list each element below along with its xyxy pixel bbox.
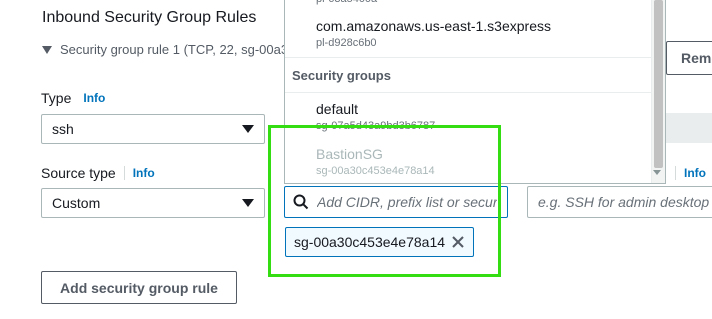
- sg-name: BastionSG: [316, 146, 383, 162]
- prefix-list-id: pl-63a5400a: [316, 0, 651, 5]
- sg-id: sg-00a30c453e4e78a14: [316, 165, 435, 177]
- dropdown-option-bastionsg: BastionSG sg-00a30c453e4e78a14: [285, 146, 651, 177]
- source-type-label: Source type: [41, 165, 116, 181]
- add-security-group-rule-button[interactable]: Add security group rule: [41, 271, 237, 304]
- prefix-list-name: com.amazonaws.us-east-1.s3express: [316, 18, 551, 34]
- section-title: Inbound Security Group Rules: [42, 9, 257, 26]
- source-type-info-link[interactable]: Info: [123, 166, 155, 180]
- search-icon: [293, 194, 309, 210]
- remove-button[interactable]: Remo: [666, 41, 712, 75]
- type-info-link[interactable]: Info: [83, 91, 105, 105]
- chevron-down-icon: [242, 125, 254, 133]
- sg-name: default: [316, 101, 359, 117]
- description-input[interactable]: [536, 193, 712, 211]
- dropdown-option[interactable]: pl-63a5400a: [285, 0, 651, 5]
- caret-down-icon: [42, 45, 52, 54]
- dropdown-option[interactable]: com.amazonaws.us-east-1.s3express pl-d92…: [285, 18, 651, 49]
- type-select-value: ssh: [52, 121, 74, 137]
- chevron-down-icon: [242, 199, 254, 207]
- rule-summary: Security group rule 1 (TCP, 22, sg-00a3: [60, 42, 289, 57]
- source-type-label-row: Source type Info: [41, 165, 155, 181]
- rule-expander[interactable]: Security group rule 1 (TCP, 22, sg-00a3: [42, 42, 288, 57]
- source-type-select[interactable]: Custom: [41, 188, 265, 218]
- description-info-link[interactable]: Info: [675, 166, 706, 180]
- type-select[interactable]: ssh: [41, 114, 265, 144]
- description-field[interactable]: [527, 186, 712, 218]
- dropdown-option-default[interactable]: default sg-07a5d43a9bd3b6787: [285, 101, 651, 132]
- token-label: sg-00a30c453e4e78a14: [294, 234, 446, 250]
- close-icon[interactable]: [451, 235, 465, 249]
- scroll-down-arrow-icon[interactable]: [653, 170, 661, 175]
- source-dropdown-list: pl-63a5400a com.amazonaws.us-east-1.s3ex…: [284, 0, 666, 184]
- group-header-security-groups: Security groups: [285, 57, 651, 93]
- selected-source-token: sg-00a30c453e4e78a14: [285, 227, 474, 257]
- scrollbar-thumb[interactable]: [654, 0, 663, 168]
- sg-id: sg-07a5d43a9bd3b6787: [316, 120, 436, 132]
- source-type-select-value: Custom: [52, 195, 101, 211]
- source-search-input[interactable]: [315, 193, 499, 211]
- source-search-field[interactable]: [284, 186, 508, 218]
- type-label-row: Type Info: [41, 90, 105, 106]
- prefix-list-id: pl-d928c6b0: [316, 37, 377, 49]
- type-label: Type: [41, 90, 72, 106]
